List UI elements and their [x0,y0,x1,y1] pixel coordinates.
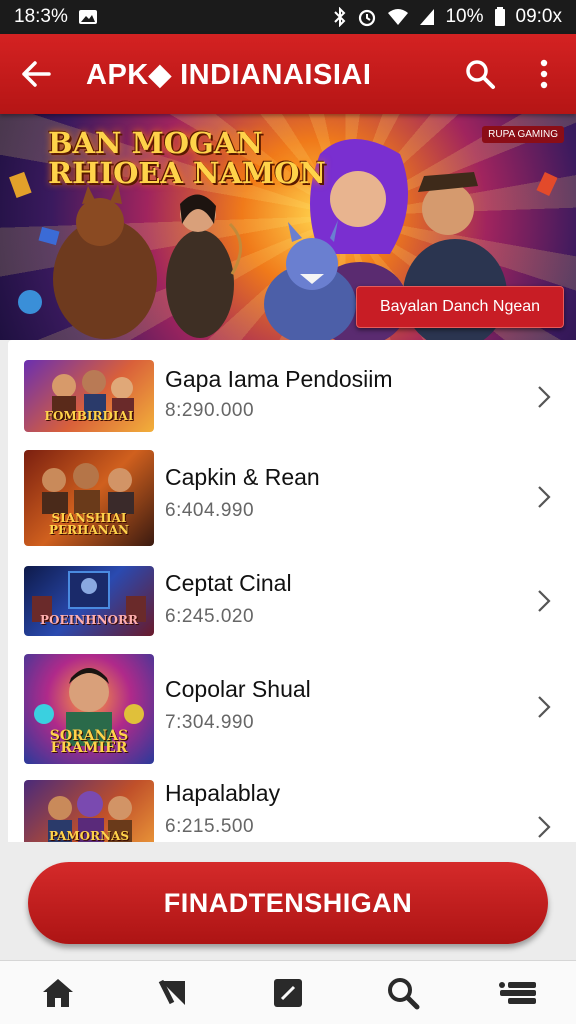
nav-search[interactable] [371,965,435,1021]
search-button[interactable] [448,34,512,114]
thumbnail-label: SORANAS FRAMIER [49,728,129,756]
banner-headline-line1: BAN MOGAN [48,126,263,160]
signal-icon [419,8,435,26]
list-item-title: Hapalablay [165,780,281,806]
search-icon [466,60,495,89]
status-right: 10% 09:0x [333,6,562,28]
list-item[interactable]: POEINHNORR Ceptat Cinal 6:245.020 [8,562,576,638]
nav-back[interactable] [141,965,205,1021]
chevron-right-icon [532,692,556,722]
thumbnail-label: POEINHNORR [40,613,138,627]
list-item[interactable]: SORANAS FRAMIER Copolar Shual 7:304.990 [8,654,576,764]
back-button[interactable] [0,34,72,114]
list-item-title: Capkin & Rean [165,464,320,490]
status-clock: 09:0x [515,6,562,27]
edit-icon [273,978,302,1007]
nav-home[interactable] [26,965,90,1021]
back-arrow-icon [22,61,51,87]
image-icon [78,9,98,25]
status-left: 18:3% [14,6,98,28]
banner-chip: RUPA GAMING [482,126,564,143]
app-thumbnail: PAMORNAS [24,780,154,842]
wifi-icon [387,8,409,26]
status-time-left: 18:3% [14,6,68,27]
list-item-subtitle: 6:245.020 [165,606,255,627]
battery-percent: 10% [445,6,484,27]
bottom-nav [0,960,576,1024]
thumbnail-label: FOMBIRDIAI [44,409,134,423]
nav-edit[interactable] [256,965,320,1021]
list-item[interactable]: FOMBIRDIAI Gapa Iama Pendosiim 8:290.000 [8,358,576,438]
list-item-subtitle: 6:404.990 [165,500,255,521]
app-thumbnail: SORANAS FRAMIER [24,654,154,764]
app-thumbnail: POEINHNORR [24,566,154,636]
nav-menu[interactable] [486,965,550,1021]
alarm-icon [357,7,377,27]
more-vert-icon [540,59,548,89]
thumbnail-label: PAMORNAS [48,829,130,842]
bluetooth-icon [333,7,347,27]
list-item-title: Gapa Iama Pendosiim [165,366,393,392]
banner-cta-button[interactable]: Bayalan Danch Ngean [356,286,564,328]
home-icon [42,978,73,1007]
primary-action-button[interactable]: FINADTENSHIGAN [28,862,548,944]
chevron-right-icon [532,482,556,512]
battery-icon [494,7,506,27]
page-title: APK◆ INDIANAISIAI [86,58,372,91]
more-options-button[interactable] [512,34,576,114]
list-item-subtitle: 8:290.000 [165,400,255,421]
app-bar: APK◆ INDIANAISIAI [0,34,576,114]
chevron-right-icon [532,812,556,842]
chevron-right-icon [532,382,556,412]
list-item-subtitle: 6:215.500 [165,816,255,837]
list-item-subtitle: 7:304.990 [165,712,255,733]
list-item-title: Copolar Shual [165,676,311,702]
chevron-right-icon [532,586,556,616]
promo-banner[interactable]: BAN MOGAN RHIOEA NAMON RUPA GAMING Bayal… [0,114,576,340]
app-thumbnail: FOMBIRDIAI [24,360,154,432]
menu-icon [499,981,537,1004]
search-icon [388,977,420,1009]
list-item[interactable]: SIANSHIAI PERHANAN Capkin & Rean 6:404.9… [8,448,576,548]
list-item-title: Ceptat Cinal [165,570,292,596]
app-thumbnail: SIANSHIAI PERHANAN [24,450,154,546]
app-list: FOMBIRDIAI Gapa Iama Pendosiim 8:290.000… [8,340,576,842]
banner-headline-line2: RHIOEA NAMON [48,156,326,190]
banner-headline: BAN MOGAN RHIOEA NAMON [48,128,326,188]
status-bar: 18:3% 10% 09:0x [0,0,576,34]
list-item[interactable]: PAMORNAS Hapalablay 6:215.500 [8,778,576,842]
thumbnail-label: SIANSHIAI PERHANAN [48,511,130,537]
back-triangle-icon [158,979,185,1005]
